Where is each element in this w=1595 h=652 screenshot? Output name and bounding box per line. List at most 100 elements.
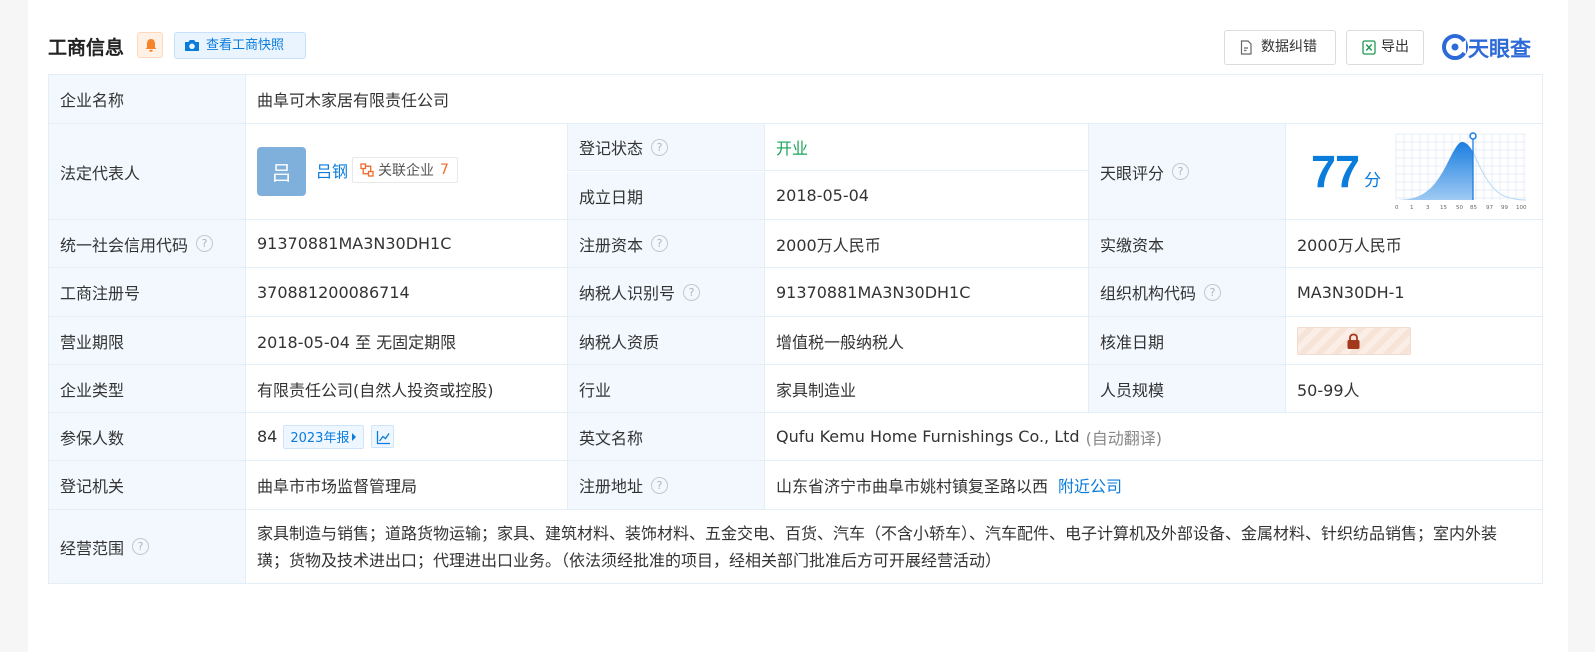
subscribe-bell-button[interactable] [137, 32, 163, 58]
insured-label: 参保人数 [48, 413, 245, 460]
lock-icon [1347, 333, 1360, 349]
reg-capital-label-cell: 注册资本? [567, 220, 764, 267]
data-correction-label: 数据纠错 [1261, 39, 1317, 55]
company-type-value: 有限责任公司(自然人投资或控股) [245, 365, 567, 412]
english-name-cell: Qufu Kemu Home Furnishings Co., Ltd (自动翻… [764, 413, 1543, 460]
table-row: 统一社会信用代码? 91370881MA3N30DH1C 注册资本? 2000万… [48, 220, 1543, 268]
help-icon[interactable]: ? [683, 283, 701, 301]
legal-rep-name-link[interactable]: 吕钢 [316, 158, 348, 182]
company-name-label: 企业名称 [48, 75, 245, 123]
table-row: 登记机关 曲阜市市场监督管理局 注册地址? 山东省济宁市曲阜市姚村镇复圣路以西 … [48, 461, 1543, 510]
axis-tick: 0 [1395, 205, 1399, 211]
reg-status-value: 开业 [764, 124, 1088, 171]
view-snapshot-label: 查看工商快照 [206, 38, 285, 53]
org-code-label-cell: 组织机构代码? [1088, 268, 1285, 316]
biz-reg-no-label: 工商注册号 [48, 268, 245, 316]
taxpayer-id-value: 91370881MA3N30DH1C [764, 268, 1088, 316]
logo-text: 天眼查 [1468, 37, 1531, 61]
reg-status-label: 登记状态 [579, 139, 644, 158]
found-date-label: 成立日期 [567, 172, 764, 219]
english-name-value: Qufu Kemu Home Furnishings Co., Ltd [776, 427, 1080, 446]
paid-capital-value: 2000万人民币 [1285, 220, 1543, 267]
score-number: 77 [1311, 145, 1360, 197]
taxpayer-qual-label: 纳税人资质 [567, 317, 764, 364]
data-correction-button[interactable]: 数据纠错 [1224, 30, 1336, 65]
english-name-label: 英文名称 [567, 413, 764, 460]
help-icon[interactable]: ? [651, 138, 669, 156]
biz-scope-label: 经营范围 [60, 538, 125, 558]
excel-icon [1362, 40, 1376, 55]
table-row: 法定代表人 吕 吕钢 关联企业 7 登记状态? 开业 成立日期 2018-05-… [48, 124, 1543, 220]
credit-code-value: 91370881MA3N30DH1C [245, 220, 567, 267]
reg-capital-value: 2000万人民币 [764, 220, 1088, 267]
help-icon[interactable]: ? [196, 235, 214, 252]
table-row: 营业期限 2018-05-04 至 无固定期限 纳税人资质 增值税一般纳税人 核… [48, 317, 1543, 365]
axis-tick: 3 [1426, 205, 1430, 211]
annual-report-label: 2023年报 [290, 431, 350, 446]
taxpayer-id-label-cell: 纳税人识别号? [567, 268, 764, 316]
view-snapshot-button[interactable]: 查看工商快照 [174, 32, 306, 59]
biz-term-label: 营业期限 [48, 317, 245, 364]
axis-tick: 1 [1410, 205, 1414, 211]
nearby-companies-link[interactable]: 附近公司 [1058, 473, 1122, 497]
axis-tick: 85 [1470, 205, 1477, 211]
tianyan-score-cell[interactable]: 77 分 0 1 3 15 50 85 97 99 100 [1285, 124, 1543, 219]
credit-code-label: 统一社会信用代码 [60, 235, 189, 255]
trend-chart-button[interactable] [371, 425, 395, 448]
bell-icon [145, 39, 157, 52]
table-row: 企业类型 有限责任公司(自然人投资或控股) 行业 家具制造业 人员规模 50-9… [48, 365, 1543, 413]
caret-right-icon [352, 432, 357, 441]
org-code-label: 组织机构代码 [1100, 284, 1197, 303]
reg-status-text: 开业 [776, 139, 809, 158]
legal-rep-label: 法定代表人 [48, 124, 245, 219]
export-label: 导出 [1381, 39, 1409, 55]
axis-tick: 50 [1456, 205, 1463, 211]
biz-reg-no-value: 370881200086714 [245, 268, 567, 316]
business-info-table: 企业名称 曲阜可木家居有限责任公司 法定代表人 吕 吕钢 关联企业 7 登记状态… [48, 74, 1543, 584]
score-distribution-chart: 0 1 3 15 50 85 97 99 100 [1395, 132, 1527, 211]
credit-code-label-cell: 统一社会信用代码? [48, 220, 245, 267]
help-icon[interactable]: ? [1204, 283, 1222, 301]
table-row: 参保人数 84 2023年报 英文名称 Qufu Kemu Home Furni… [48, 413, 1543, 461]
avatar[interactable]: 吕 [257, 147, 306, 196]
org-code-value: MA3N30DH-1 [1285, 268, 1543, 316]
approve-date-label: 核准日期 [1088, 317, 1285, 364]
insured-value: 84 [257, 427, 278, 446]
table-row: 企业名称 曲阜可木家居有限责任公司 [48, 75, 1543, 124]
help-icon[interactable]: ? [1172, 163, 1190, 180]
reg-address-value: 山东省济宁市曲阜市姚村镇复圣路以西 [776, 477, 1049, 496]
tianyancha-logo[interactable]: 天眼查 [1442, 31, 1546, 61]
related-companies-count: 7 [440, 161, 449, 178]
reg-status-label-cell: 登记状态? [567, 124, 764, 171]
staff-size-label: 人员规模 [1088, 365, 1285, 412]
taxpayer-qual-value: 增值税一般纳税人 [764, 317, 1088, 364]
locked-value[interactable] [1297, 326, 1411, 355]
company-name-value: 曲阜可木家居有限责任公司 [245, 75, 1543, 123]
section-title: 工商信息 [48, 37, 125, 59]
industry-value: 家具制造业 [764, 365, 1088, 412]
found-date-value: 2018-05-04 [764, 172, 1088, 219]
biz-scope-label-cell: 经营范围? [48, 510, 245, 583]
reg-address-label-cell: 注册地址? [567, 461, 764, 509]
axis-tick: 97 [1486, 205, 1493, 211]
biz-term-value: 2018-05-04 至 无固定期限 [245, 317, 567, 364]
help-icon[interactable]: ? [651, 235, 669, 252]
annual-report-button[interactable]: 2023年报 [283, 424, 365, 449]
reg-address-label: 注册地址 [579, 477, 644, 496]
table-row: 经营范围? 家具制造与销售；道路货物运输；家具、建筑材料、装饰材料、五金交电、百… [48, 510, 1543, 584]
tianyan-score-label-cell: 天眼评分? [1088, 124, 1285, 219]
axis-tick: 100 [1516, 205, 1527, 211]
help-icon[interactable]: ? [132, 538, 150, 555]
edit-doc-icon [1240, 40, 1252, 55]
biz-scope-value: 家具制造与销售；道路货物运输；家具、建筑材料、装饰材料、五金交电、百货、汽车（不… [245, 510, 1543, 583]
industry-label: 行业 [567, 365, 764, 412]
related-companies-label: 关联企业 [378, 162, 435, 179]
export-button[interactable]: 导出 [1346, 30, 1424, 65]
paid-capital-label: 实缴资本 [1088, 220, 1285, 267]
related-companies-tag[interactable]: 关联企业 7 [352, 156, 458, 183]
help-icon[interactable]: ? [651, 476, 669, 494]
score-unit: 分 [1364, 171, 1382, 191]
reg-authority-label: 登记机关 [48, 461, 245, 509]
table-row: 工商注册号 370881200086714 纳税人识别号? 91370881MA… [48, 268, 1543, 317]
tianyancha-logo-icon [1442, 34, 1468, 60]
